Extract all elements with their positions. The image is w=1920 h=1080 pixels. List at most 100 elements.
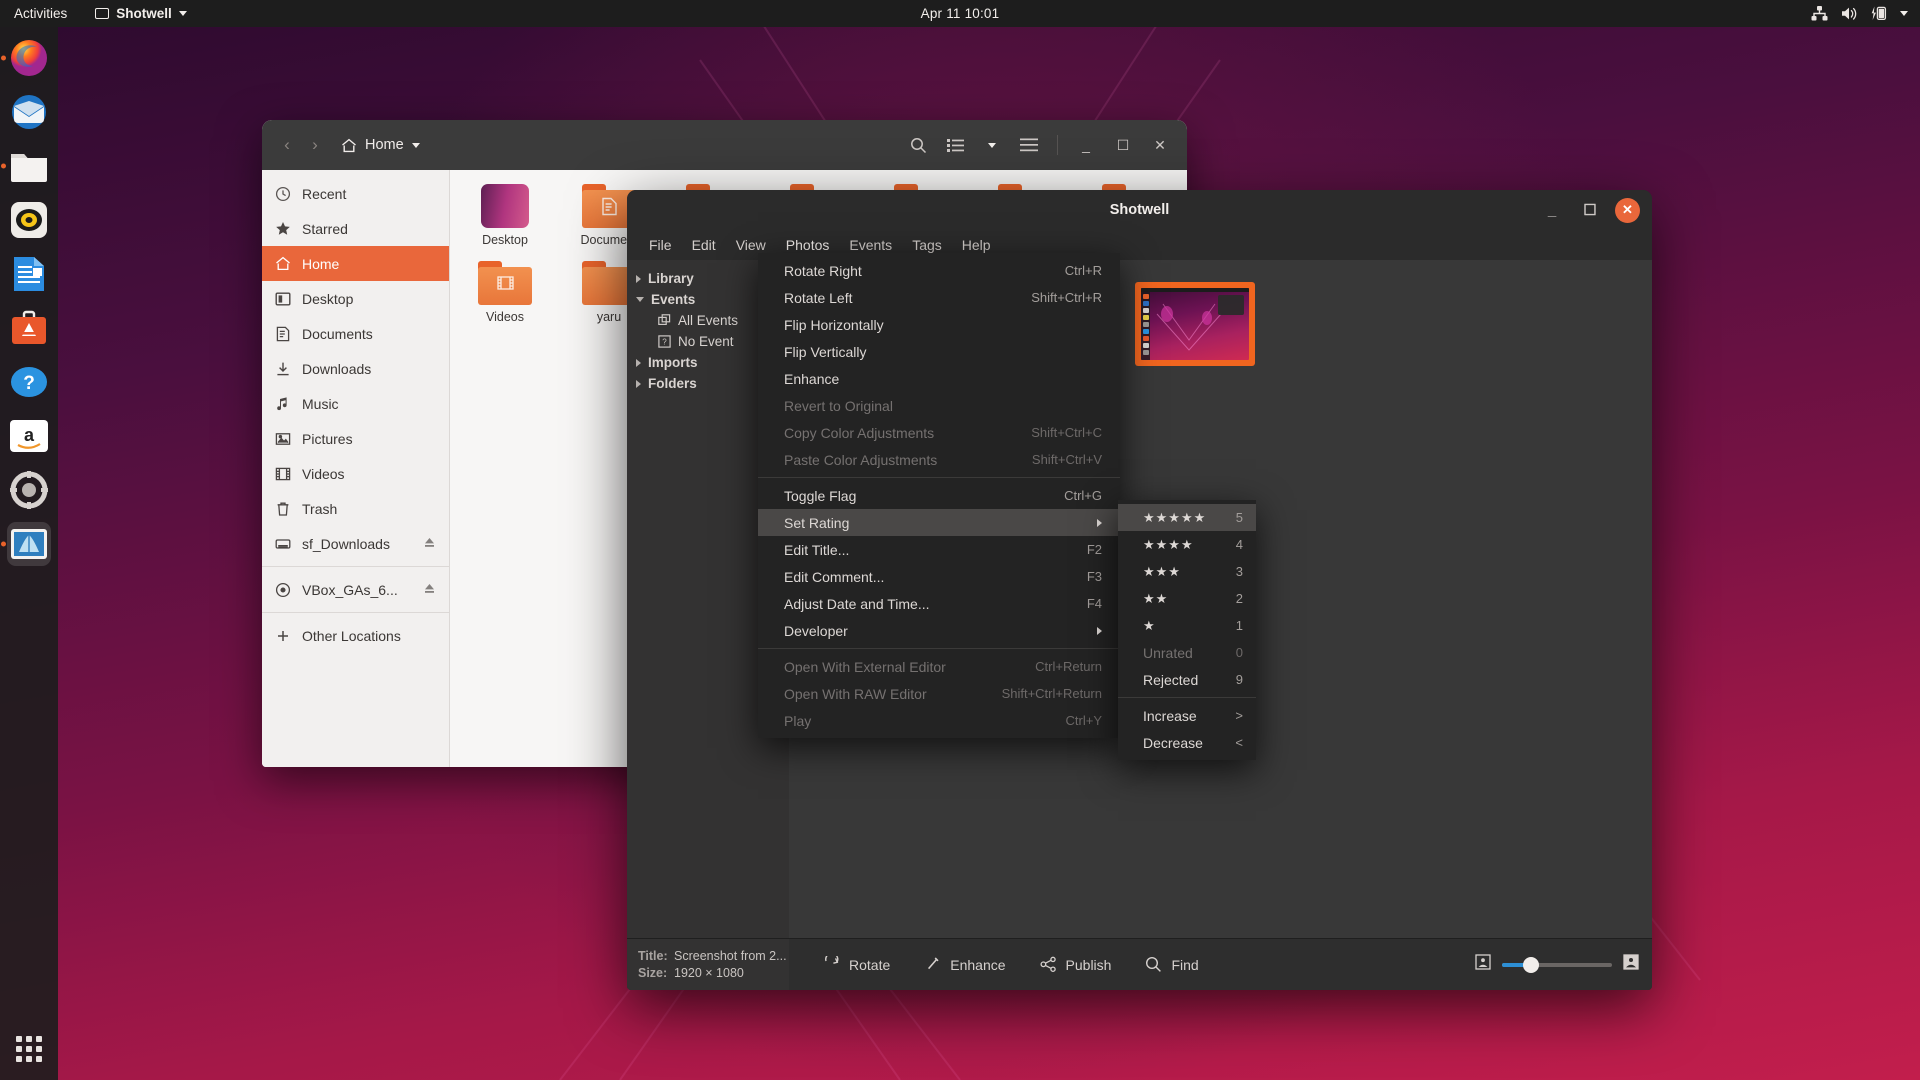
back-button[interactable]: ‹ (273, 131, 301, 159)
menu-item-adjust-date-and-time[interactable]: Adjust Date and Time... F4 (758, 590, 1120, 617)
sidebar-item-other-locations[interactable]: Other Locations (262, 618, 449, 653)
system-tray[interactable] (1811, 6, 1908, 21)
sidebar-item-downloads[interactable]: Downloads (262, 351, 449, 386)
rating-stars: ★★ (1143, 590, 1169, 606)
disc-icon (275, 582, 291, 597)
path-bar-home[interactable]: Home (341, 137, 420, 153)
menu-item-shortcut: Shift+Ctrl+Return (1001, 686, 1102, 701)
enhance-button[interactable]: Enhance (924, 956, 1006, 973)
rating-item-5[interactable]: ★★★★★ 5 (1118, 504, 1256, 531)
dock-item-rhythmbox[interactable] (7, 198, 51, 242)
menu-item-flip-horizontally[interactable]: Flip Horizontally (758, 311, 1120, 338)
menu-item-label: Adjust Date and Time... (784, 595, 930, 612)
menu-item-play: Play Ctrl+Y (758, 707, 1120, 734)
sidebar-item-desktop[interactable]: Desktop (262, 281, 449, 316)
rating-item-decrease[interactable]: Decrease < (1118, 729, 1256, 756)
rating-shortcut: 3 (1235, 564, 1243, 579)
sidebar-item-documents[interactable]: Documents (262, 316, 449, 351)
close-button[interactable]: ✕ (1144, 130, 1176, 160)
menu-item-edit-title[interactable]: Edit Title... F2 (758, 536, 1120, 563)
dock-item-firefox[interactable] (7, 36, 51, 80)
forward-button[interactable]: › (301, 131, 329, 159)
rotate-button[interactable]: Rotate (823, 956, 890, 973)
menu-item-label: Developer (784, 622, 848, 639)
menu-item-rotate-left[interactable]: Rotate Left Shift+Ctrl+R (758, 284, 1120, 311)
sidebar-item-trash[interactable]: Trash (262, 491, 449, 526)
menu-item-shortcut: Shift+Ctrl+R (1031, 290, 1102, 305)
menu-item-shortcut: Ctrl+R (1064, 263, 1102, 278)
rating-item-increase[interactable]: Increase > (1118, 702, 1256, 729)
eject-icon[interactable] (423, 536, 436, 552)
rating-item-3[interactable]: ★★★ 3 (1118, 558, 1256, 585)
plus-icon (278, 630, 288, 641)
chevron-down-icon[interactable] (976, 130, 1008, 160)
sidebar-item-vbox_gas[interactable]: VBox_GAs_6... (262, 572, 449, 607)
chevron-right-icon (636, 379, 641, 388)
menu-item-developer[interactable]: Developer (758, 617, 1120, 644)
rating-item-1[interactable]: ★ 1 (1118, 612, 1256, 639)
menu-item-set-rating[interactable]: Set Rating (758, 509, 1120, 536)
dock-item-help[interactable]: ? (7, 360, 51, 404)
show-applications-button[interactable] (16, 1036, 42, 1062)
clock-button[interactable]: Apr 11 10:01 (921, 6, 1000, 21)
rating-item-2[interactable]: ★★ 2 (1118, 585, 1256, 612)
sidebar-item-recent[interactable]: Recent (262, 176, 449, 211)
publish-button[interactable]: Publish (1039, 956, 1111, 973)
maximize-button[interactable]: ☐ (1107, 130, 1139, 160)
file-item-desktop[interactable]: Desktop (462, 184, 548, 247)
shotwell-status-bar: Title: Screenshot from 2... Size: 1920 × 1… (627, 938, 1652, 990)
thumbnail-3[interactable] (1135, 282, 1255, 366)
battery-icon (1871, 6, 1887, 21)
dock-item-files[interactable] (7, 144, 51, 188)
find-button[interactable]: Find (1145, 956, 1199, 973)
close-button[interactable]: ✕ (1615, 197, 1640, 223)
files-header-actions: _ ☐ ✕ (902, 130, 1176, 160)
rating-item-4[interactable]: ★★★★ 4 (1118, 531, 1256, 558)
eject-icon[interactable] (423, 582, 436, 598)
sidebar-item-pictures[interactable]: Pictures (262, 421, 449, 456)
sidebar-label: VBox_GAs_6... (302, 581, 398, 598)
menu-edit[interactable]: Edit (682, 230, 726, 260)
sidebar-label: Folders (648, 376, 697, 391)
menu-item-label: Open With External Editor (784, 658, 946, 675)
dock-item-libreoffice-writer[interactable] (7, 252, 51, 296)
dock-item-settings[interactable] (7, 468, 51, 512)
dock-item-thunderbird[interactable] (7, 90, 51, 134)
app-menu-button[interactable]: Shotwell (95, 6, 187, 21)
minimize-button[interactable]: _ (1539, 197, 1565, 223)
menu-item-toggle-flag[interactable]: Toggle Flag Ctrl+G (758, 482, 1120, 509)
dock-item-ubuntu-software[interactable] (7, 306, 51, 350)
zoom-out-thumb-icon[interactable] (1475, 954, 1491, 975)
sidebar-item-videos[interactable]: Videos (262, 456, 449, 491)
menu-item-flip-vertically[interactable]: Flip Vertically (758, 338, 1120, 365)
menu-item-enhance[interactable]: Enhance (758, 365, 1120, 392)
rating-stars: ★★★★★ (1143, 509, 1207, 525)
menu-item-edit-comment[interactable]: Edit Comment... F3 (758, 563, 1120, 590)
zoom-in-thumb-icon[interactable] (1623, 954, 1639, 975)
maximize-button[interactable]: ☐ (1577, 197, 1603, 223)
sidebar-item-sf_downloads[interactable]: sf_Downloads (262, 526, 449, 561)
zoom-slider-handle[interactable] (1523, 956, 1539, 973)
list-view-icon[interactable] (939, 130, 971, 160)
menu-file[interactable]: File (639, 230, 682, 260)
dock-item-shotwell[interactable] (7, 522, 51, 566)
search-icon[interactable] (902, 130, 934, 160)
dock-item-amazon[interactable]: a (7, 414, 51, 458)
minimize-button[interactable]: _ (1070, 130, 1102, 160)
rating-item-rejected[interactable]: Rejected 9 (1118, 666, 1256, 693)
sidebar-item-starred[interactable]: Starred (262, 211, 449, 246)
file-item-videos[interactable]: Videos (462, 261, 548, 324)
shotwell-title-bar: Shotwell _ ☐ ✕ (627, 190, 1652, 230)
rating-shortcut: 4 (1235, 537, 1243, 552)
hamburger-menu-icon[interactable] (1013, 130, 1045, 160)
menu-item-rotate-right[interactable]: Rotate Right Ctrl+R (758, 257, 1120, 284)
menu-item-label: Paste Color Adjustments (784, 451, 938, 468)
menu-separator (758, 477, 1120, 478)
sidebar-item-music[interactable]: Music (262, 386, 449, 421)
zoom-slider[interactable] (1502, 956, 1612, 973)
shotwell-window-controls: _ ☐ ✕ (1539, 197, 1640, 223)
menu-item-label: Copy Color Adjustments (784, 424, 935, 441)
sidebar-item-home[interactable]: Home (262, 246, 449, 281)
activities-button[interactable]: Activities (14, 6, 67, 21)
volume-icon (1841, 6, 1858, 21)
